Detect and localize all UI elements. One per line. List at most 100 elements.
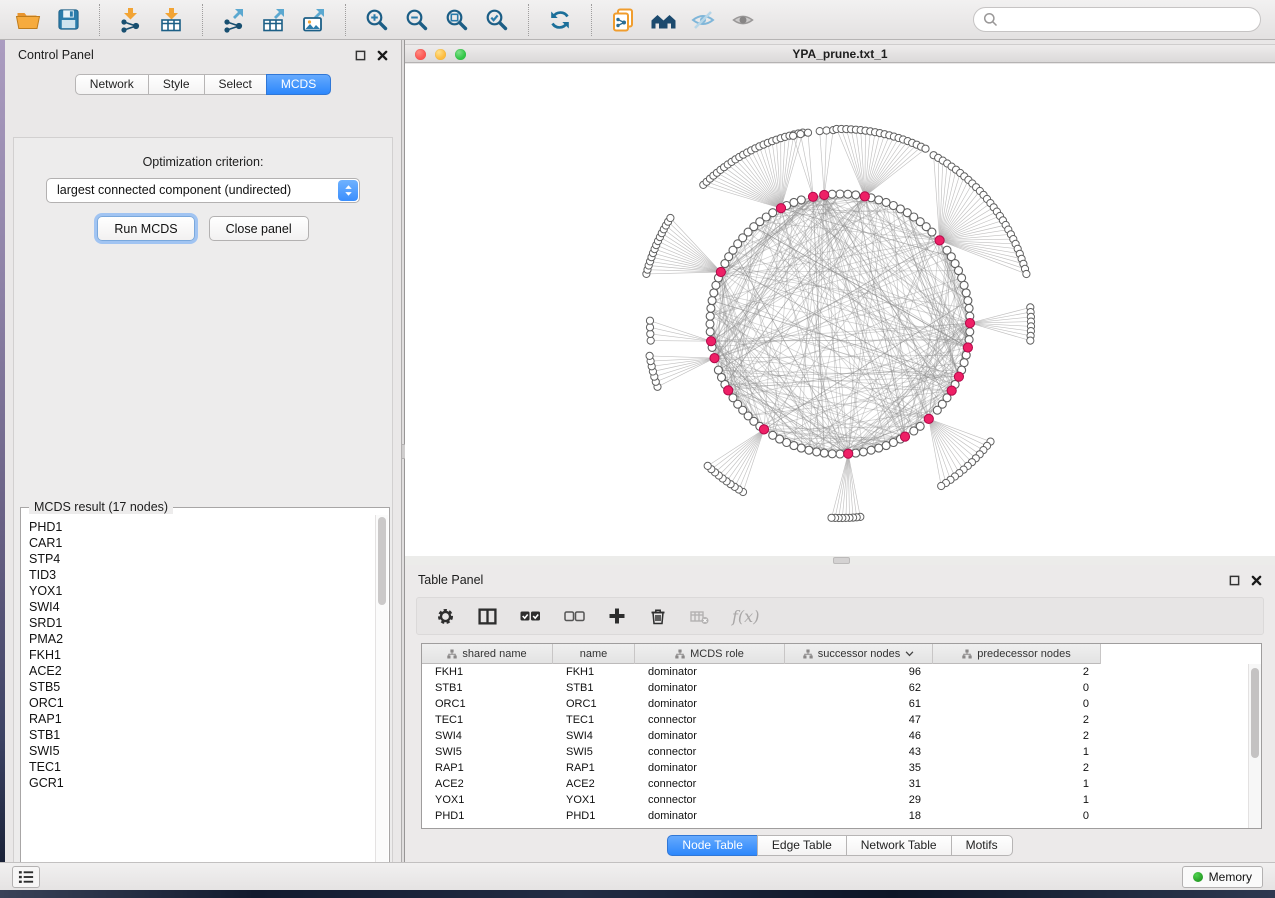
export-table-button[interactable] xyxy=(256,3,292,37)
cell[interactable]: STB1 xyxy=(553,682,635,694)
table-row[interactable]: PHD1PHD1dominator180 xyxy=(422,808,1261,824)
cell[interactable]: 0 xyxy=(933,682,1101,694)
cell[interactable]: ACE2 xyxy=(422,778,553,790)
table-row[interactable]: TEC1TEC1connector472 xyxy=(422,712,1261,728)
tab-node-table[interactable]: Node Table xyxy=(667,835,758,856)
table-row[interactable]: FKH1FKH1dominator962 xyxy=(422,664,1261,680)
cell[interactable]: FKH1 xyxy=(422,666,553,678)
mcds-result-item[interactable]: FKH1 xyxy=(29,647,375,663)
cell[interactable]: RAP1 xyxy=(422,762,553,774)
mcds-result-item[interactable]: PHD1 xyxy=(29,519,375,535)
cell[interactable]: 0 xyxy=(933,698,1101,710)
open-file-button[interactable] xyxy=(10,3,46,37)
add-column-icon[interactable] xyxy=(608,607,626,625)
cell[interactable]: 18 xyxy=(785,810,933,822)
cell[interactable]: TEC1 xyxy=(422,714,553,726)
column-header-predecessor-nodes[interactable]: predecessor nodes xyxy=(933,644,1101,664)
run-mcds-button[interactable]: Run MCDS xyxy=(97,216,194,241)
network-graph[interactable] xyxy=(405,64,1275,556)
cell[interactable]: YOX1 xyxy=(422,794,553,806)
float-panel-icon[interactable] xyxy=(355,50,366,61)
cell[interactable]: 2 xyxy=(933,730,1101,742)
cell[interactable]: 2 xyxy=(933,762,1101,774)
show-all-button[interactable] xyxy=(725,3,761,37)
mcds-result-item[interactable]: SWI5 xyxy=(29,743,375,759)
tab-motifs[interactable]: Motifs xyxy=(951,835,1013,856)
cell[interactable]: TEC1 xyxy=(553,714,635,726)
export-network-button[interactable] xyxy=(216,3,252,37)
mcds-result-item[interactable]: PMA2 xyxy=(29,631,375,647)
table-row[interactable]: YOX1YOX1connector291 xyxy=(422,792,1261,808)
column-layout-icon[interactable] xyxy=(478,607,497,626)
mcds-result-item[interactable]: GCR1 xyxy=(29,775,375,791)
cell[interactable]: 62 xyxy=(785,682,933,694)
zoom-in-button[interactable] xyxy=(359,3,395,37)
cell[interactable]: 29 xyxy=(785,794,933,806)
zoom-fit-button[interactable] xyxy=(439,3,475,37)
cell[interactable]: YOX1 xyxy=(553,794,635,806)
cell[interactable]: FKH1 xyxy=(553,666,635,678)
mcds-result-item[interactable]: RAP1 xyxy=(29,711,375,727)
search-input[interactable] xyxy=(1003,13,1251,27)
float-panel-icon[interactable] xyxy=(1229,575,1240,586)
mcds-list-scrollbar[interactable] xyxy=(375,515,388,876)
mcds-result-item[interactable]: TID3 xyxy=(29,567,375,583)
cell[interactable]: connector xyxy=(635,714,785,726)
mcds-result-item[interactable]: STP4 xyxy=(29,551,375,567)
cell[interactable]: 1 xyxy=(933,778,1101,790)
table-row[interactable]: ORC1ORC1dominator610 xyxy=(422,696,1261,712)
cell[interactable]: 2 xyxy=(933,666,1101,678)
cell[interactable]: dominator xyxy=(635,810,785,822)
cell[interactable]: 35 xyxy=(785,762,933,774)
table-row[interactable]: STB1STB1dominator620 xyxy=(422,680,1261,696)
cell[interactable]: dominator xyxy=(635,666,785,678)
cell[interactable]: dominator xyxy=(635,682,785,694)
import-network-button[interactable] xyxy=(113,3,149,37)
refresh-button[interactable] xyxy=(542,3,578,37)
task-history-button[interactable] xyxy=(12,866,40,888)
close-panel-icon[interactable] xyxy=(1251,575,1262,586)
mcds-result-item[interactable]: ORC1 xyxy=(29,695,375,711)
cell[interactable]: connector xyxy=(635,794,785,806)
close-panel-icon[interactable] xyxy=(377,50,388,61)
memory-button[interactable]: Memory xyxy=(1182,866,1263,888)
table-row[interactable]: ACE2ACE2connector311 xyxy=(422,776,1261,792)
cell[interactable]: SWI5 xyxy=(553,746,635,758)
cell[interactable]: 1 xyxy=(933,746,1101,758)
tab-edge-table[interactable]: Edge Table xyxy=(757,835,847,856)
import-table-button[interactable] xyxy=(153,3,189,37)
horizontal-splitter[interactable] xyxy=(405,556,1275,565)
hide-selected-button[interactable] xyxy=(685,3,721,37)
network-canvas[interactable] xyxy=(405,64,1275,556)
mcds-result-item[interactable]: SWI4 xyxy=(29,599,375,615)
tab-network[interactable]: Network xyxy=(75,74,149,95)
cell[interactable]: 43 xyxy=(785,746,933,758)
column-header-shared-name[interactable]: shared name xyxy=(422,644,553,664)
cell[interactable]: SWI5 xyxy=(422,746,553,758)
cell[interactable]: dominator xyxy=(635,762,785,774)
cell[interactable]: 1 xyxy=(933,794,1101,806)
tab-network-table[interactable]: Network Table xyxy=(846,835,952,856)
cell[interactable]: SWI4 xyxy=(422,730,553,742)
mcds-result-item[interactable]: SRD1 xyxy=(29,615,375,631)
zoom-out-button[interactable] xyxy=(399,3,435,37)
cell[interactable]: STB1 xyxy=(422,682,553,694)
scrollbar-thumb[interactable] xyxy=(378,517,386,605)
column-header-name[interactable]: name xyxy=(553,644,635,664)
table-row[interactable]: RAP1RAP1dominator352 xyxy=(422,760,1261,776)
table-row[interactable]: SWI4SWI4dominator462 xyxy=(422,728,1261,744)
cell[interactable]: 0 xyxy=(933,810,1101,822)
cell[interactable]: connector xyxy=(635,746,785,758)
cell[interactable]: PHD1 xyxy=(553,810,635,822)
cell[interactable]: 2 xyxy=(933,714,1101,726)
mcds-result-item[interactable]: YOX1 xyxy=(29,583,375,599)
scrollbar-thumb[interactable] xyxy=(1251,668,1259,758)
cell[interactable]: 61 xyxy=(785,698,933,710)
first-neighbors-button[interactable] xyxy=(645,3,681,37)
cell[interactable]: 47 xyxy=(785,714,933,726)
mcds-result-item[interactable]: ACE2 xyxy=(29,663,375,679)
duplicate-network-button[interactable] xyxy=(605,3,641,37)
tab-style[interactable]: Style xyxy=(148,74,205,95)
cell[interactable]: dominator xyxy=(635,698,785,710)
cell[interactable]: dominator xyxy=(635,730,785,742)
